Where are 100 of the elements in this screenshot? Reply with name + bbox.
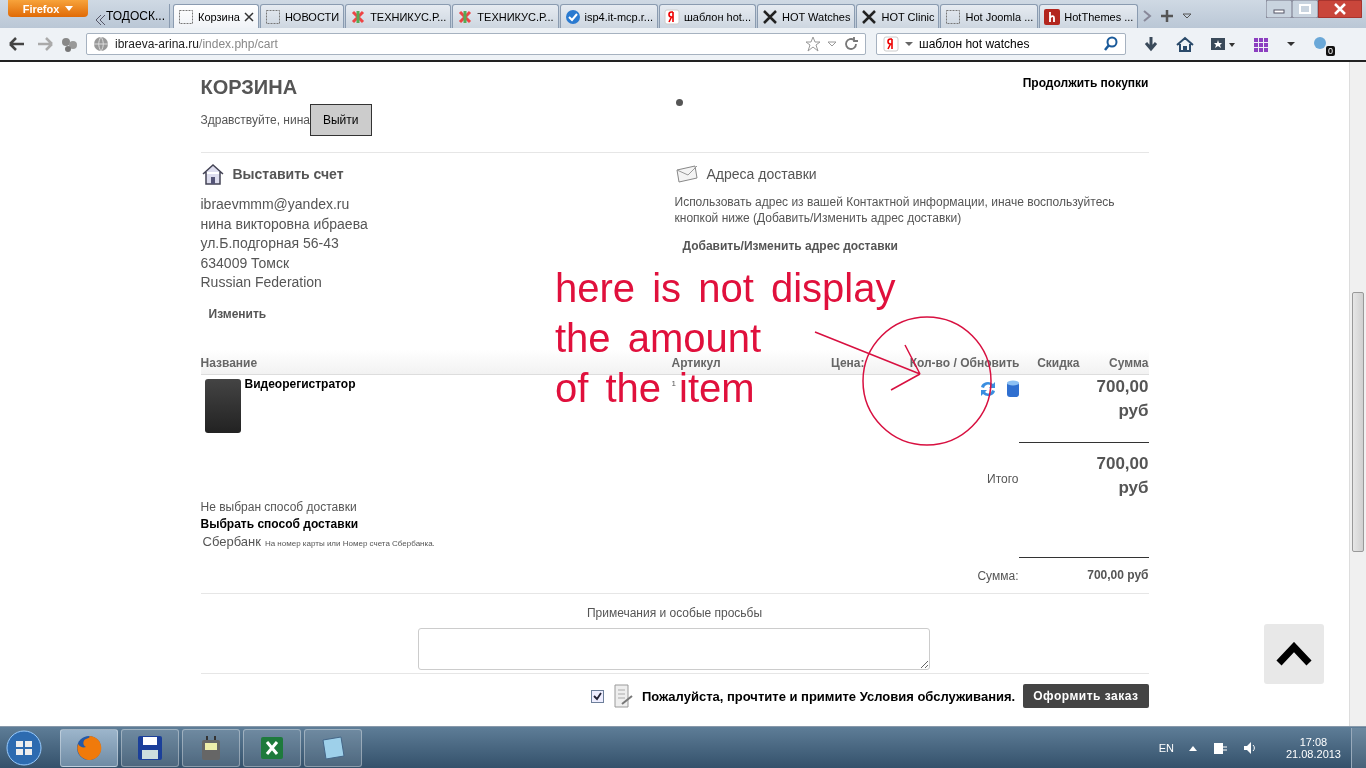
hotthemes-icon xyxy=(1044,8,1061,25)
show-desktop-button[interactable] xyxy=(1351,727,1366,768)
tab-title: HOT Clinic xyxy=(881,10,935,23)
choose-shipping-link[interactable]: Выбрать способ доставки xyxy=(200,517,1019,531)
grid-icon xyxy=(1252,36,1270,52)
taskbar-app[interactable] xyxy=(243,728,301,767)
tab-title: isp4.it-mcp.r... xyxy=(584,10,653,23)
tab-title: HOT Watches xyxy=(782,10,851,23)
logout-button[interactable]: Выйти xyxy=(310,104,372,136)
browser-tab[interactable]: HotThemes ... xyxy=(1039,4,1139,28)
chevron-up-icon xyxy=(1276,642,1312,666)
address-line: ул.Б.подгорная 56-43 xyxy=(200,234,339,253)
browser-tab[interactable]: НОВОСТИ xyxy=(259,4,345,28)
annotation-text: here is not display xyxy=(555,268,896,308)
minimize-icon xyxy=(1266,0,1292,18)
star-icon xyxy=(805,36,821,52)
blank-page-icon xyxy=(178,8,194,25)
shipping-info-text: Использовать адрес из вашей Контактной информации, иначе воспользуйтесь кнопкой ниже (Добавить/Изменить адрес доставки) xyxy=(674,194,1116,226)
restore-icon xyxy=(1292,0,1318,18)
clock-date: 21.08.2013 xyxy=(1285,747,1341,760)
address-field[interactable]: ibraeva-arina.ru/index.php/cart xyxy=(86,33,866,55)
tab-title: Hot Joomla ... xyxy=(965,10,1034,23)
scrollbar[interactable] xyxy=(1349,62,1366,726)
yandex-icon xyxy=(664,8,680,25)
clock-time: 17:08 xyxy=(1299,735,1328,748)
product-name: Видеорегистратор xyxy=(244,377,356,393)
search-text: шаблон hot watches xyxy=(919,37,1031,51)
tools-icon xyxy=(762,8,778,25)
greeting-text: Здравствуйте, нина xyxy=(200,113,310,127)
joomla-icon xyxy=(350,8,367,25)
house-icon xyxy=(200,162,225,186)
notification-badge: 0 xyxy=(1326,46,1335,56)
total-value: 700,00 руб xyxy=(1086,568,1149,584)
yandex-icon xyxy=(883,36,899,52)
edit-link[interactable]: Изменить xyxy=(208,306,267,321)
address-line: 634009 Томск xyxy=(200,253,290,273)
url-text: ibraeva-arina.ru/index.php/cart xyxy=(115,37,279,51)
payment-method: Сбербанк xyxy=(202,534,261,549)
browser-tab[interactable]: шаблон hot... xyxy=(659,4,756,28)
up-arrow-icon xyxy=(1187,744,1198,751)
address-line: ibraevmmm@yandex.ru xyxy=(200,195,350,214)
blank-page-icon xyxy=(264,8,281,25)
scroll-right-icon xyxy=(1141,8,1154,24)
browser-tab[interactable]: HOT Clinic xyxy=(856,4,940,28)
browser-tab[interactable]: Hot Joomla ... xyxy=(940,4,1039,28)
cylinder-icon xyxy=(1005,379,1020,399)
browser-tab[interactable]: isp4.it-mcp.r... xyxy=(559,4,658,28)
tab-title: шаблон hot... xyxy=(684,10,751,23)
item-sum: 700,00 руб xyxy=(1095,376,1149,422)
browser-tab[interactable]: HOT Watches xyxy=(757,4,856,28)
payment-note: На номер карты или Номер счета Сбербанка. xyxy=(264,539,435,548)
reload-icon xyxy=(843,36,859,52)
language-indicator[interactable]: EN xyxy=(1158,741,1174,754)
notes-label: Примечания и особые просьбы xyxy=(585,605,764,622)
caret-icon xyxy=(65,6,74,11)
address-line: нина викторовна ибраева xyxy=(200,214,368,234)
blank-page-icon xyxy=(945,8,962,25)
back-to-top-button[interactable] xyxy=(1264,624,1324,684)
joomla-icon xyxy=(457,8,474,25)
terms-checkbox[interactable] xyxy=(590,689,604,703)
close-icon xyxy=(243,11,254,22)
article-number: 1 xyxy=(671,379,676,388)
search-field[interactable]: шаблон hot watches xyxy=(876,33,1126,55)
tab-title: НОВОСТИ xyxy=(284,10,340,23)
page-title: КОРЗИНА xyxy=(200,76,298,99)
bookmarks-icon xyxy=(1210,36,1236,52)
document-icon xyxy=(611,684,634,708)
notes-field[interactable] xyxy=(417,628,930,670)
home-icon xyxy=(1176,36,1194,52)
tools-icon xyxy=(861,8,878,25)
bullet-dot-icon xyxy=(675,99,683,106)
address-line: Russian Federation xyxy=(200,273,322,292)
download-icon xyxy=(1142,36,1160,52)
browser-tab[interactable]: Корзина xyxy=(173,4,259,28)
shipping-title: Адреса доставки xyxy=(706,166,817,182)
taskbar-app[interactable] xyxy=(60,728,118,767)
checkout-button[interactable]: Оформить заказ xyxy=(1023,684,1149,708)
browser-tab[interactable]: ТЕХНИКУС.Р... xyxy=(452,4,559,28)
tab-title: Корзина xyxy=(198,10,240,23)
notepad-icon xyxy=(319,733,347,762)
continue-shopping-link[interactable]: Продолжить покупки xyxy=(1022,76,1149,90)
firefox-icon xyxy=(75,733,103,762)
taskbar-app[interactable] xyxy=(182,728,240,767)
search-icon xyxy=(1103,36,1119,52)
new-tab-icon xyxy=(1159,8,1176,24)
subtotal-label: Итого xyxy=(987,472,1019,486)
subtotal-value: 700,00 руб xyxy=(1095,453,1149,499)
terms-text: Пожалуйста, прочтите и примите Условия обслуживания. xyxy=(641,688,1016,704)
browser-tab[interactable]: ТЕХНИКУС.Р... xyxy=(345,4,452,28)
taskbar-app[interactable] xyxy=(121,728,179,767)
total-label: Сумма: xyxy=(977,569,1019,583)
shipping-status-text: Не выбран способ доставки xyxy=(200,500,358,514)
close-window-icon xyxy=(1318,0,1362,18)
photo-placeholder xyxy=(204,379,241,433)
envelope-icon xyxy=(674,162,699,186)
tab-title: HotThemes ... xyxy=(1064,10,1134,23)
tab-title: ТЕХНИКУС.Р... xyxy=(477,10,554,23)
tab-title: ТЕХНИКУС.Р... xyxy=(370,10,447,23)
edit-shipping-link[interactable]: Добавить/Изменить адрес доставки xyxy=(682,239,898,253)
billing-title: Выставить счет xyxy=(232,166,344,182)
